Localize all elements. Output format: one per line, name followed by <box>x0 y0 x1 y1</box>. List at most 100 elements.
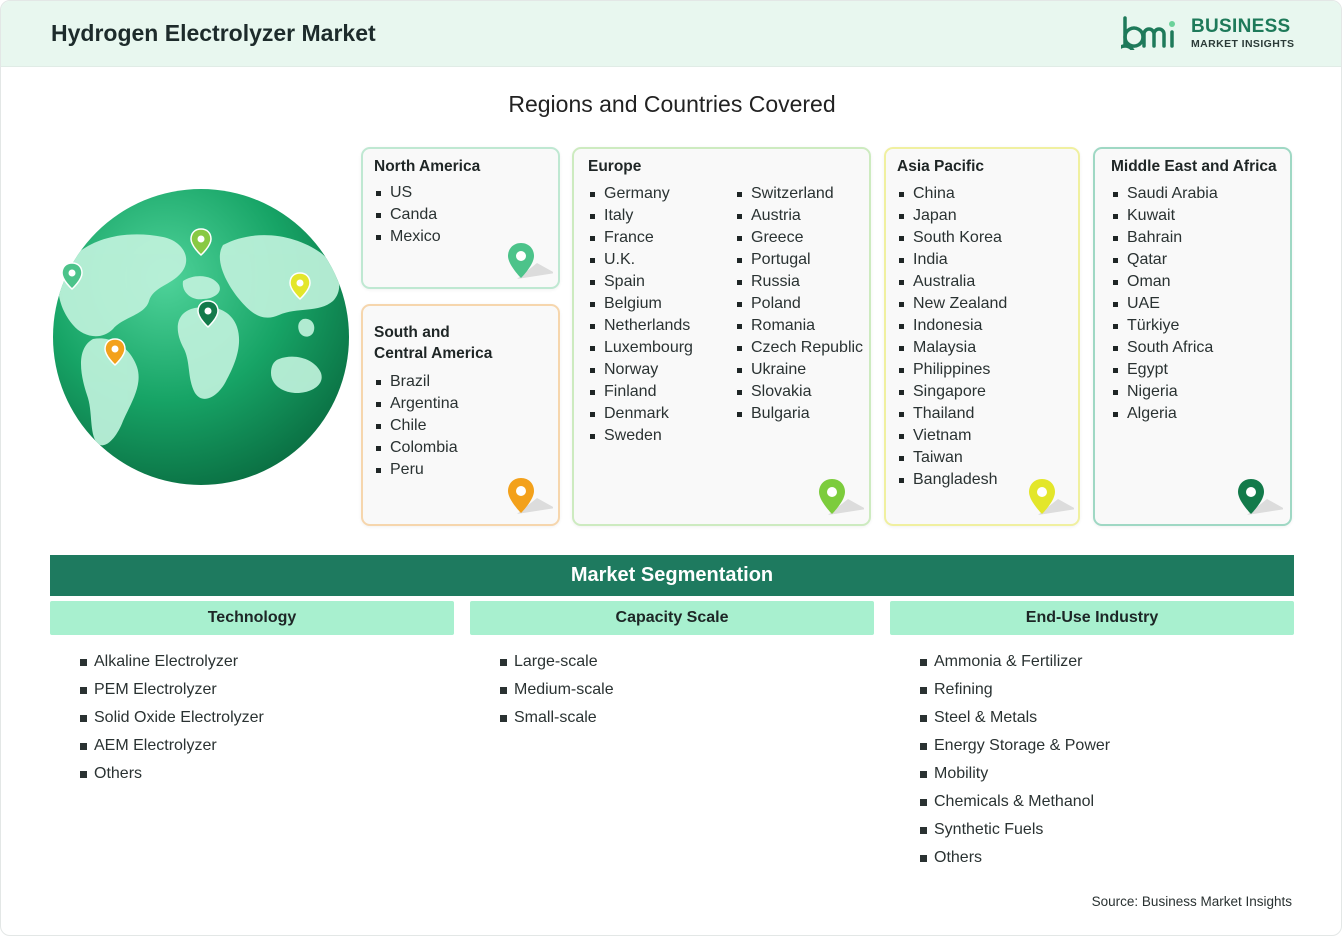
list-item: Ammonia & Fertilizer <box>920 651 1110 679</box>
list-item: China <box>897 183 1007 205</box>
list-item: Energy Storage & Power <box>920 735 1110 763</box>
logo-line-2: MARKET INSIGHTS <box>1191 38 1295 50</box>
region-card-europe: Europe Germany Italy France U.K. Spain B… <box>572 147 871 526</box>
region-list-middle-east-africa: Saudi Arabia Kuwait Bahrain Qatar Oman U… <box>1111 183 1218 425</box>
list-item: Greece <box>735 227 863 249</box>
segment-list-capacity-scale: Large-scale Medium-scale Small-scale <box>500 651 614 735</box>
list-item: Indonesia <box>897 315 1007 337</box>
segmentation-title-bar: Market Segmentation <box>50 555 1294 596</box>
region-title-middle-east-africa: Middle East and Africa <box>1111 158 1277 175</box>
list-item: Synthetic Fuels <box>920 819 1110 847</box>
region-card-north-america: North America US Canda Mexico <box>361 147 560 289</box>
list-item: South Africa <box>1111 337 1218 359</box>
regions-title: Regions and Countries Covered <box>508 91 836 117</box>
segment-header-end-use-industry: End-Use Industry <box>890 601 1294 635</box>
list-item: Romania <box>735 315 863 337</box>
region-list-europe-col-1: Germany Italy France U.K. Spain Belgium … <box>588 183 693 447</box>
list-item: Medium-scale <box>500 679 614 707</box>
list-item: AEM Electrolyzer <box>80 735 264 763</box>
region-list-north-america: US Canda Mexico <box>374 182 441 248</box>
list-item: Steel & Metals <box>920 707 1110 735</box>
region-title-south-central-america: South and Central America <box>374 322 492 364</box>
list-item: Austria <box>735 205 863 227</box>
infographic-frame: Hydrogen Electrolyzer Market BUSINESS MA… <box>0 0 1342 936</box>
list-item: Czech Republic <box>735 337 863 359</box>
list-item: Large-scale <box>500 651 614 679</box>
list-item: US <box>374 182 441 204</box>
region-title-asia-pacific: Asia Pacific <box>897 158 985 175</box>
list-item: Thailand <box>897 403 1007 425</box>
bmi-logo: BUSINESS MARKET INSIGHTS <box>1114 16 1301 66</box>
segment-header-technology: Technology <box>50 601 454 635</box>
list-item: Malaysia <box>897 337 1007 359</box>
region-card-south-central-america: South and Central America Brazil Argenti… <box>361 304 560 526</box>
list-item: Vietnam <box>897 425 1007 447</box>
list-item: Brazil <box>374 371 459 393</box>
list-item: Peru <box>374 459 459 481</box>
list-item: Bangladesh <box>897 469 1007 491</box>
region-list-europe-col-2: Switzerland Austria Greece Portugal Russ… <box>735 183 863 425</box>
segment-list-end-use-industry: Ammonia & Fertilizer Refining Steel & Me… <box>920 651 1110 875</box>
list-item: Luxembourg <box>588 337 693 359</box>
list-item: Qatar <box>1111 249 1218 271</box>
list-item: Bulgaria <box>735 403 863 425</box>
list-item: Canda <box>374 204 441 226</box>
list-item: Kuwait <box>1111 205 1218 227</box>
region-card-middle-east-africa: Middle East and Africa Saudi Arabia Kuwa… <box>1093 147 1292 526</box>
list-item: Chemicals & Methanol <box>920 791 1110 819</box>
list-item: Philippines <box>897 359 1007 381</box>
bmi-logo-icon <box>1114 16 1175 66</box>
region-title-north-america: North America <box>374 158 481 175</box>
segment-header-capacity-scale: Capacity Scale <box>470 601 874 635</box>
list-item: Russia <box>735 271 863 293</box>
list-item: Others <box>80 763 264 791</box>
list-item: Switzerland <box>735 183 863 205</box>
location-pin-icon <box>1029 479 1074 515</box>
list-item: India <box>897 249 1007 271</box>
list-item: Algeria <box>1111 403 1218 425</box>
region-list-south-central-america: Brazil Argentina Chile Colombia Peru <box>374 371 459 481</box>
list-item: Small-scale <box>500 707 614 735</box>
globe-icon <box>53 189 349 485</box>
region-title-line-2: Central America <box>374 345 493 362</box>
region-title-europe: Europe <box>588 158 642 175</box>
list-item: Australia <box>897 271 1007 293</box>
location-pin-icon <box>508 243 553 279</box>
list-item: Netherlands <box>588 315 693 337</box>
header-bar: Hydrogen Electrolyzer Market BUSINESS MA… <box>1 1 1341 67</box>
list-item: South Korea <box>897 227 1007 249</box>
segment-list-technology: Alkaline Electrolyzer PEM Electrolyzer S… <box>80 651 264 791</box>
list-item: Mexico <box>374 226 441 248</box>
list-item: Solid Oxide Electrolyzer <box>80 707 264 735</box>
list-item: Türkiye <box>1111 315 1218 337</box>
list-item: Portugal <box>735 249 863 271</box>
region-list-asia-pacific: China Japan South Korea India Australia … <box>897 183 1007 491</box>
list-item: Nigeria <box>1111 381 1218 403</box>
list-item: Japan <box>897 205 1007 227</box>
list-item: Egypt <box>1111 359 1218 381</box>
list-item: Finland <box>588 381 693 403</box>
list-item: Spain <box>588 271 693 293</box>
list-item: U.K. <box>588 249 693 271</box>
list-item: Italy <box>588 205 693 227</box>
list-item: Germany <box>588 183 693 205</box>
list-item: Sweden <box>588 425 693 447</box>
list-item: New Zealand <box>897 293 1007 315</box>
location-pin-icon <box>819 479 864 515</box>
list-item: Denmark <box>588 403 693 425</box>
list-item: Colombia <box>374 437 459 459</box>
list-item: Singapore <box>897 381 1007 403</box>
list-item: PEM Electrolyzer <box>80 679 264 707</box>
list-item: Taiwan <box>897 447 1007 469</box>
list-item: Bahrain <box>1111 227 1218 249</box>
list-item: Oman <box>1111 271 1218 293</box>
region-title-line-1: South and <box>374 324 450 341</box>
source-note: Source: Business Market Insights <box>1091 894 1292 909</box>
page-title: Hydrogen Electrolyzer Market <box>51 20 376 46</box>
list-item: Chile <box>374 415 459 437</box>
location-pin-icon <box>1238 479 1283 515</box>
list-item: Ukraine <box>735 359 863 381</box>
list-item: Alkaline Electrolyzer <box>80 651 264 679</box>
region-card-asia-pacific: Asia Pacific China Japan South Korea Ind… <box>884 147 1080 526</box>
location-pin-icon <box>508 478 553 514</box>
